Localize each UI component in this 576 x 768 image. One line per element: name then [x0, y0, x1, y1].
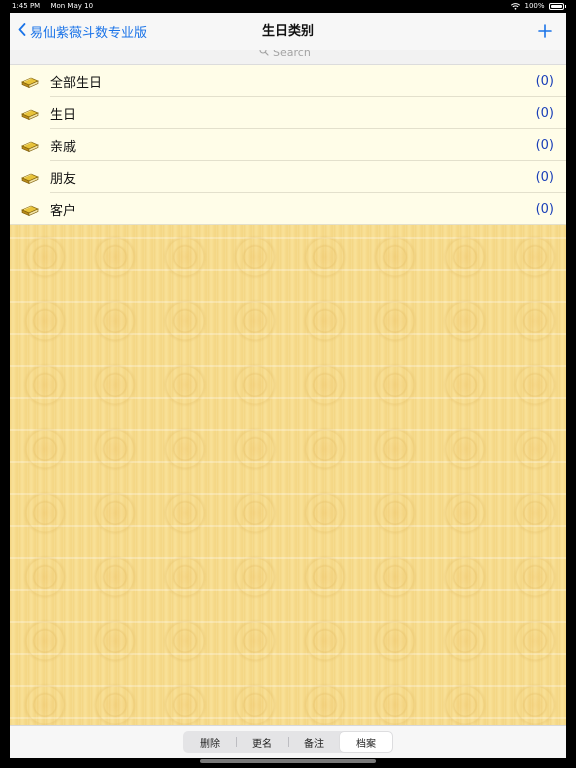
- book-icon: [21, 105, 39, 121]
- status-bar: 1:45 PM Mon May 10 100%: [0, 0, 576, 13]
- list-item[interactable]: 亲戚 (0): [10, 129, 566, 161]
- list-item-count: (0): [535, 201, 554, 217]
- list-item[interactable]: 客户 (0): [10, 193, 566, 225]
- status-date: Mon May 10: [50, 2, 94, 10]
- battery-percent: 100%: [524, 2, 545, 10]
- category-list: 全部生日 (0) 生日 (0) 亲戚 (0) 朋友 (0) 客户 (0): [10, 65, 566, 225]
- action-segmented-control: 删除 更名 备注 档案: [183, 731, 393, 753]
- battery-icon: [548, 3, 564, 10]
- search-icon: [259, 50, 269, 59]
- list-item-label: 客户: [50, 203, 77, 219]
- app-window: 易仙紫薇斗数专业版 生日类别 Search 全部生日 (0) 生日 (0) 亲戚…: [10, 13, 566, 758]
- wifi-icon: [511, 3, 521, 10]
- list-item-count: (0): [535, 105, 554, 121]
- status-left: 1:45 PM Mon May 10: [12, 0, 101, 13]
- list-item-label: 全部生日: [50, 75, 103, 91]
- segment-rename[interactable]: 更名: [236, 732, 288, 752]
- segment-note[interactable]: 备注: [288, 732, 340, 752]
- status-right: 100%: [511, 0, 566, 13]
- parchment-background: [10, 225, 566, 725]
- book-icon: [21, 169, 39, 185]
- search-bar[interactable]: [10, 50, 566, 65]
- status-time: 1:45 PM: [12, 2, 41, 10]
- battery-tip: [564, 5, 566, 8]
- list-item-count: (0): [535, 73, 554, 89]
- list-item-count: (0): [535, 169, 554, 185]
- search-inner: [10, 50, 566, 59]
- bottom-toolbar: 删除 更名 备注 档案: [10, 725, 566, 758]
- list-item[interactable]: 生日 (0): [10, 97, 566, 129]
- list-item[interactable]: 全部生日 (0): [10, 65, 566, 97]
- search-input[interactable]: [273, 50, 317, 59]
- add-button[interactable]: [536, 22, 554, 40]
- book-icon: [21, 73, 39, 89]
- list-item[interactable]: 朋友 (0): [10, 161, 566, 193]
- book-icon: [21, 201, 39, 217]
- home-indicator: [200, 759, 376, 763]
- segment-delete[interactable]: 删除: [184, 732, 236, 752]
- segment-archive[interactable]: 档案: [340, 732, 392, 752]
- book-icon: [21, 137, 39, 153]
- navigation-bar: 易仙紫薇斗数专业版 生日类别: [10, 13, 566, 51]
- plus-icon: [536, 24, 554, 44]
- list-item-label: 生日: [50, 107, 77, 123]
- page-title: 生日类别: [261, 24, 314, 39]
- list-item-count: (0): [535, 137, 554, 153]
- list-item-label: 亲戚: [50, 139, 77, 155]
- list-item-label: 朋友: [50, 171, 77, 187]
